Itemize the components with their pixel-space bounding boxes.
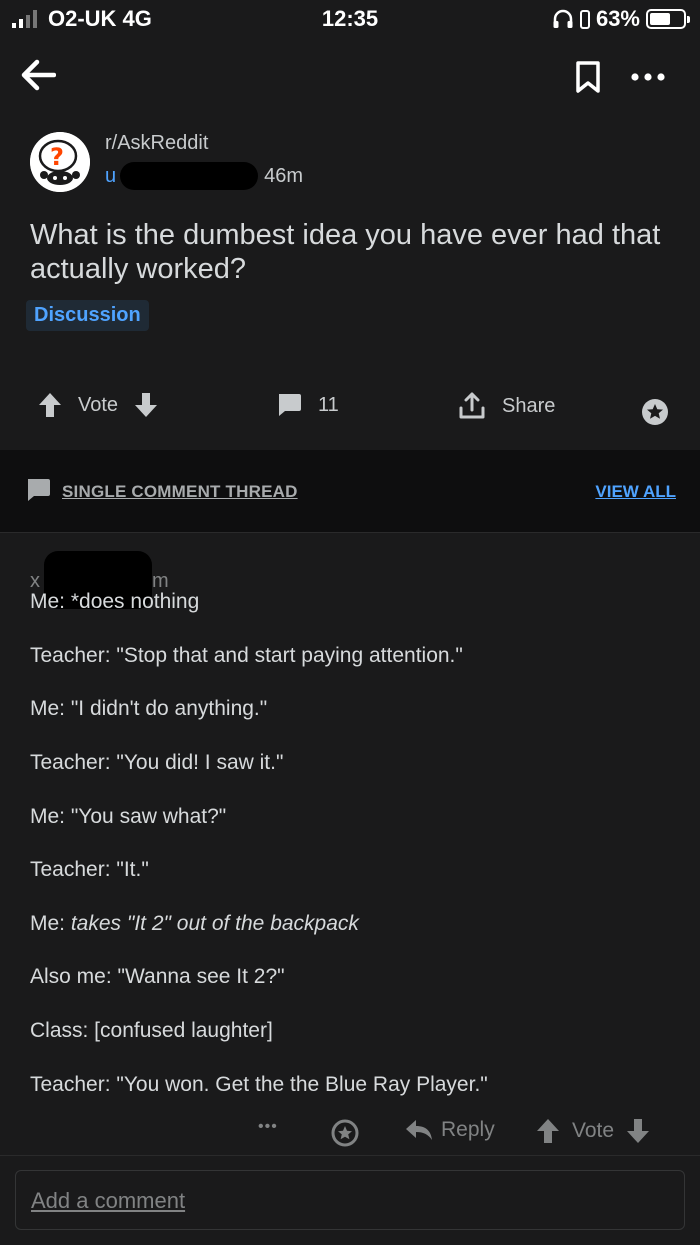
author-name[interactable]: u (105, 165, 116, 188)
comment-line: Also me: "Wanna see It 2?" (30, 965, 285, 989)
post-title: What is the dumbest idea you have ever h… (30, 219, 661, 285)
svg-text:?: ? (50, 143, 64, 171)
comment-line-text: Class: [confused laughter] (30, 1019, 273, 1042)
post-age: 46m (264, 164, 304, 187)
share-icon (459, 392, 485, 419)
bookmark-icon[interactable] (575, 60, 601, 94)
comment-line: Teacher: "You won. Get the the Blue Ray … (30, 1073, 488, 1097)
view-all-link[interactable]: VIEW ALL (595, 482, 676, 502)
downvote-icon[interactable] (134, 392, 158, 418)
reply-button[interactable]: Reply (405, 1118, 495, 1142)
comment-vote-group: Vote (536, 1118, 650, 1144)
vote-label: Vote (572, 1119, 615, 1142)
comment-line-text: Teacher: "Stop that and start paying att… (30, 644, 463, 667)
redacted-username (120, 162, 259, 190)
comment-line-text: Teacher: "It." (30, 858, 149, 881)
comment-line: Me: *does nothing (30, 590, 199, 614)
battery-percent: 63% (595, 6, 640, 31)
comment-line: Me: takes "It 2" out of the backpack (30, 912, 359, 936)
reply-icon (406, 1120, 432, 1140)
comment-line: Me: "I didn't do anything." (30, 697, 267, 721)
post-author-row: u 46m (105, 162, 303, 190)
award-icon[interactable] (331, 1119, 359, 1147)
comments-button[interactable]: 11 (276, 392, 339, 418)
comment-line: Me: "You saw what?" (30, 805, 226, 829)
comment-line-text: Also me: "Wanna see It 2?" (30, 965, 285, 988)
headphones-icon (553, 9, 573, 28)
more-dots: ••• (258, 1118, 278, 1135)
comment-line-text: takes "It 2" out of the backpack (70, 912, 359, 935)
comment-more-button[interactable]: ••• (258, 1118, 278, 1136)
battery-group: 63% (552, 6, 690, 32)
downvote-icon[interactable] (626, 1118, 650, 1144)
subreddit-avatar[interactable]: ? (30, 132, 90, 192)
comment-line-prefix: Me: (30, 912, 71, 935)
divider (0, 1155, 700, 1156)
more-options-icon[interactable] (630, 72, 666, 82)
vote-label: Vote (78, 393, 119, 416)
reply-label: Reply (441, 1118, 495, 1141)
askreddit-logo-icon: ? (30, 132, 90, 192)
award-icon[interactable] (641, 398, 669, 426)
back-arrow-icon[interactable] (20, 58, 56, 92)
comment-icon (279, 394, 301, 416)
comment-line-text: Me: "I didn't do anything." (30, 697, 268, 720)
comment-icon (28, 479, 50, 501)
comment-line-text: Teacher: "You did! I saw it." (30, 751, 284, 774)
share-button[interactable]: Share (458, 392, 555, 420)
comment-line: Teacher: "It." (30, 858, 149, 882)
comment-line-text: Me: "You saw what?" (30, 805, 227, 828)
battery-icon (646, 9, 690, 29)
comment-line: Teacher: "Stop that and start paying att… (30, 644, 463, 668)
upvote-icon[interactable] (536, 1118, 560, 1144)
status-bar: O2-UK 4G 12:35 63% (0, 0, 700, 40)
single-comment-thread-label: SINGLE COMMENT THREAD (62, 482, 298, 501)
lock-rotation-icon (579, 10, 590, 29)
add-comment-input[interactable]: Add a comment (15, 1170, 685, 1230)
post-vote-group: Vote (38, 392, 158, 418)
comment-line-text: Teacher: "You won. Get the the Blue Ray … (30, 1073, 488, 1096)
upvote-icon[interactable] (38, 392, 62, 418)
comment-line: Class: [confused laughter] (30, 1019, 273, 1043)
subreddit-name[interactable]: r/AskReddit (105, 132, 208, 155)
comment-count: 11 (318, 393, 339, 416)
comment-line-prefix: Me: (30, 590, 71, 613)
battery-fill (650, 13, 671, 25)
comment-line: Teacher: "You did! I saw it." (30, 751, 283, 775)
share-label: Share (502, 394, 556, 417)
comment-line-text: *does nothing (70, 590, 200, 613)
post-flair[interactable]: Discussion (26, 300, 149, 331)
